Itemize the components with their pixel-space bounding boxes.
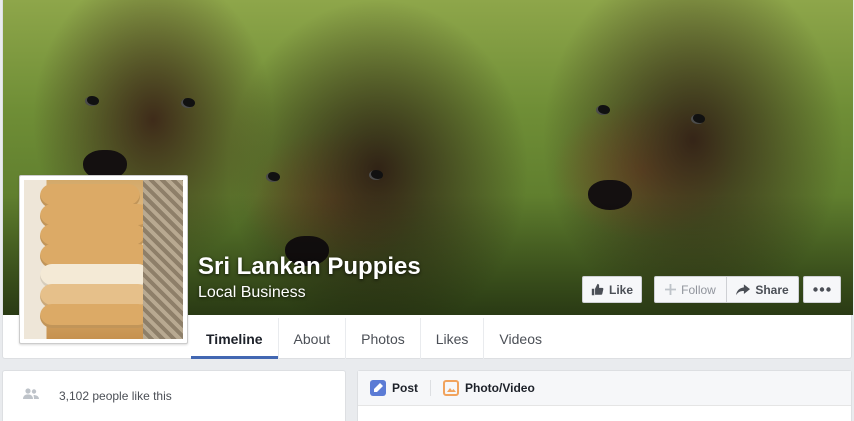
tab-label: Timeline	[206, 330, 263, 347]
page-tabs: Timeline About Photos Likes Videos	[191, 318, 557, 359]
tab-videos[interactable]: Videos	[484, 318, 557, 359]
puppy-eye	[266, 172, 280, 182]
tab-likes[interactable]: Likes	[421, 318, 485, 359]
people-icon	[23, 387, 39, 405]
share-button[interactable]: Share	[726, 276, 799, 303]
facebook-page: Sri Lankan Puppies Local Business Like F…	[0, 0, 854, 421]
share-label: Share	[755, 282, 789, 297]
puppy-eye	[596, 105, 610, 115]
photo-icon	[443, 380, 460, 396]
tab-label: About	[293, 330, 331, 347]
profile-image	[24, 180, 183, 339]
page-header-card: Sri Lankan Puppies Local Business Like F…	[2, 0, 853, 359]
plus-icon	[665, 284, 677, 295]
tab-label: Videos	[499, 330, 542, 347]
tab-label: Photos	[361, 330, 405, 347]
like-button[interactable]: Like	[582, 276, 642, 303]
composer-tabs: Post Photo/Video	[358, 371, 851, 406]
more-options-button[interactable]	[803, 276, 841, 303]
follow-label: Follow	[681, 282, 716, 297]
profile-picture[interactable]	[19, 175, 188, 344]
tab-photos[interactable]: Photos	[346, 318, 421, 359]
tab-label: Likes	[435, 330, 469, 347]
tab-timeline[interactable]: Timeline	[191, 318, 279, 359]
blanket	[143, 180, 183, 339]
thumbs-up-icon	[591, 283, 604, 296]
puppy-shape	[40, 304, 150, 328]
puppy-eye	[691, 114, 705, 124]
photo-video-tab[interactable]: Photo/Video	[430, 380, 547, 396]
puppy-eye	[369, 170, 383, 180]
post-composer: Post Photo/Video	[357, 370, 852, 421]
likes-count-text[interactable]: 3,102 people like this	[59, 389, 172, 403]
follow-button[interactable]: Follow	[654, 276, 727, 303]
page-category[interactable]: Local Business	[198, 284, 306, 302]
page-likes-card: 3,102 people like this	[2, 370, 346, 421]
tab-about[interactable]: About	[279, 318, 347, 359]
photo-video-label: Photo/Video	[465, 381, 535, 395]
puppy-eye	[181, 98, 195, 108]
puppy-eye	[85, 96, 99, 106]
post-tab[interactable]: Post	[370, 380, 430, 396]
post-label: Post	[392, 381, 419, 395]
share-arrow-icon	[736, 283, 751, 296]
ellipsis-icon	[813, 287, 831, 292]
pencil-icon	[370, 380, 386, 396]
page-title[interactable]: Sri Lankan Puppies	[198, 253, 421, 281]
like-label: Like	[608, 282, 633, 297]
